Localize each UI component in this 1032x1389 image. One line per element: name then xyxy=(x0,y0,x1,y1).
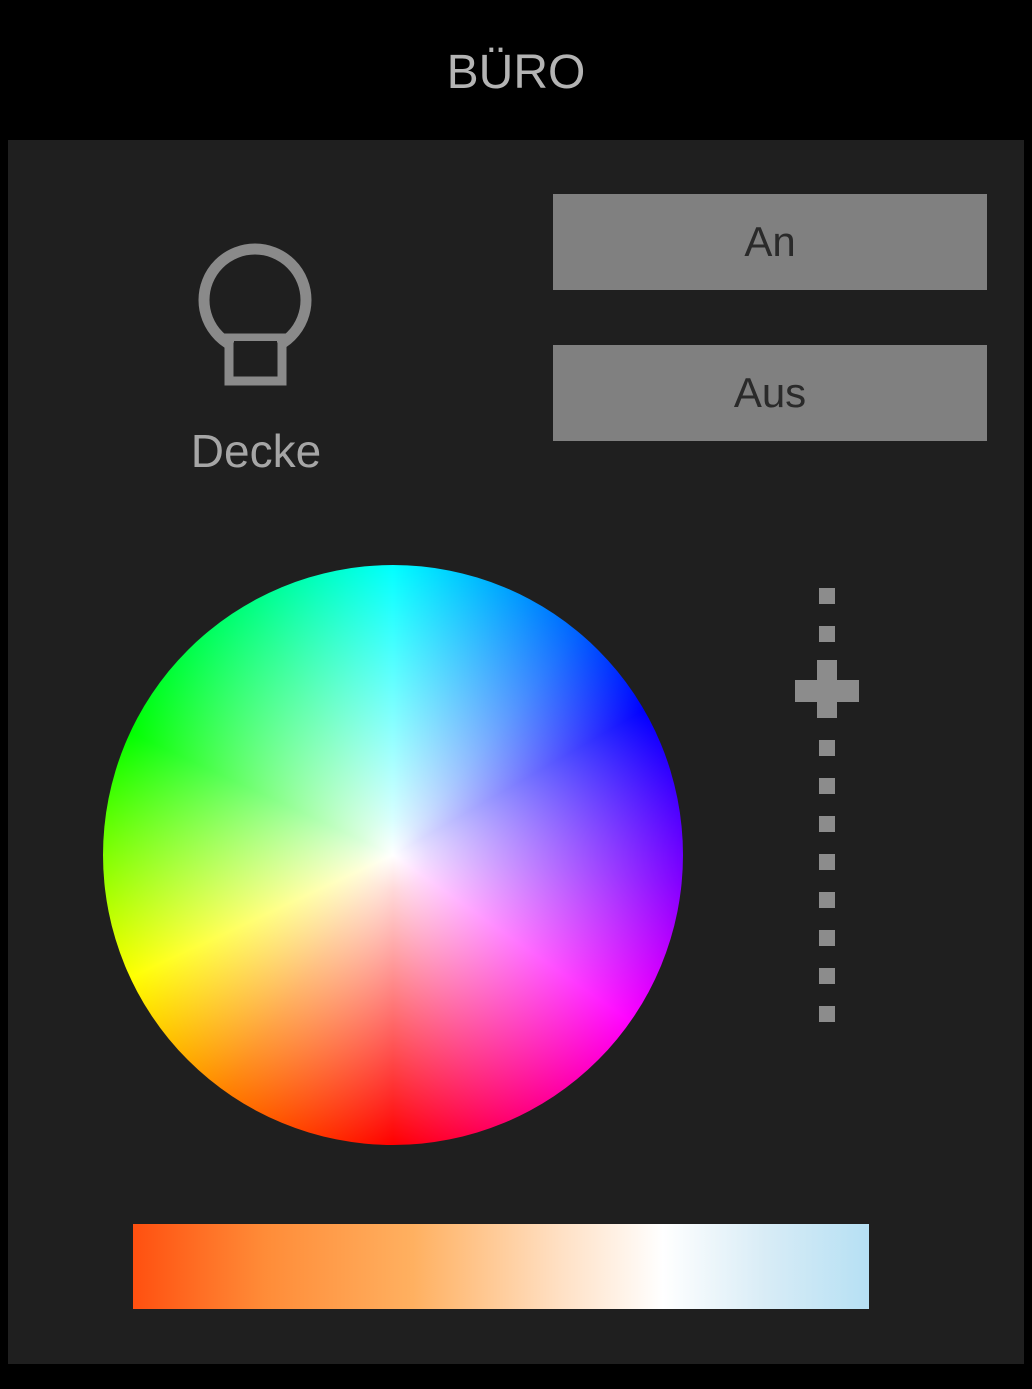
slider-tick xyxy=(819,778,835,794)
slider-tick xyxy=(819,854,835,870)
brightness-slider[interactable] xyxy=(790,582,864,1028)
slider-tick xyxy=(819,626,835,642)
color-temperature-bar[interactable] xyxy=(133,1224,869,1309)
slider-handle-stem[interactable] xyxy=(817,660,837,718)
slider-tick xyxy=(819,588,835,604)
room-header: BÜRO xyxy=(8,8,1024,140)
slider-tick xyxy=(819,1006,835,1022)
slider-tick xyxy=(819,930,835,946)
room-title: BÜRO xyxy=(446,45,586,99)
device-label: Decke xyxy=(190,425,322,477)
slider-tick xyxy=(819,892,835,908)
off-button[interactable]: Aus xyxy=(553,345,987,441)
app-frame: BÜRO Decke An Aus xyxy=(0,0,1032,1389)
slider-tick xyxy=(819,816,835,832)
slider-tick xyxy=(819,968,835,984)
slider-tick xyxy=(819,740,835,756)
on-button[interactable]: An xyxy=(553,194,987,290)
color-wheel[interactable] xyxy=(103,565,683,1145)
light-bulb-icon xyxy=(198,243,312,386)
